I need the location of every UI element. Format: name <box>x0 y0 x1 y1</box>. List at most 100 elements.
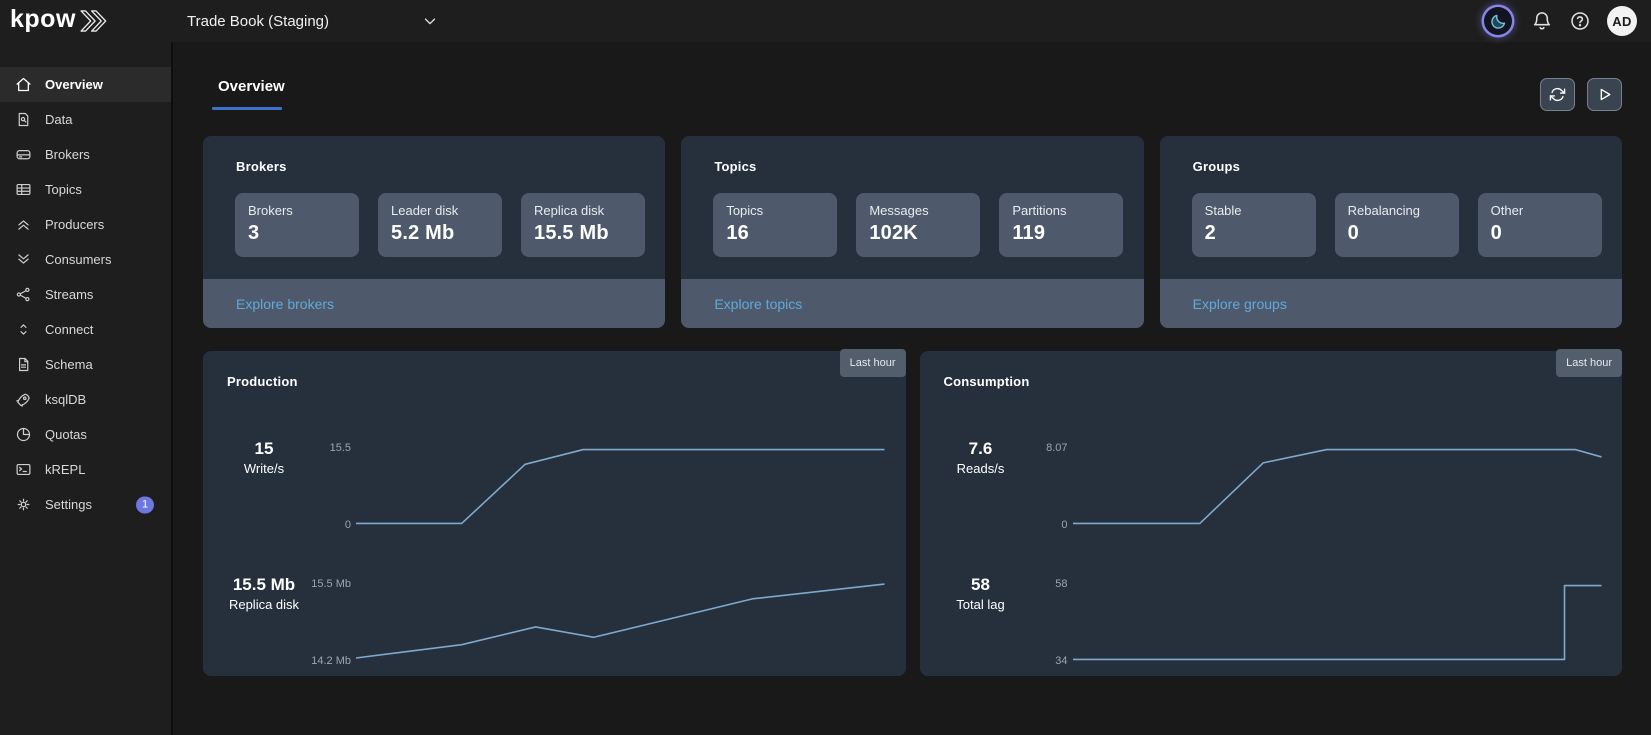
stat-tile-leader-disk: Leader disk 5.2 Mb <box>378 193 502 257</box>
y-axis-max: 58 <box>1055 578 1067 590</box>
tile-label: Leader disk <box>391 203 502 218</box>
tile-label: Brokers <box>248 203 359 218</box>
topbar: kpow Trade Book (Staging) <box>0 0 1651 42</box>
tile-value: 0 <box>1348 222 1459 245</box>
explore-topics-link[interactable]: Explore topics <box>714 296 802 312</box>
drive-icon <box>15 146 32 163</box>
stat-label: Reads/s <box>941 461 1021 476</box>
sidebar-item-label: Brokers <box>45 147 90 162</box>
writes-chart-row: 15 Write/s 15.5 0 <box>224 448 885 525</box>
explore-groups-link[interactable]: Explore groups <box>1193 296 1287 312</box>
active-tab-underline <box>212 107 282 110</box>
sidebar-item-label: Data <box>45 112 72 127</box>
environment-name: Trade Book (Staging) <box>187 13 329 30</box>
stat-tile-other: Other 0 <box>1478 193 1602 257</box>
sidebar-item-topics[interactable]: Topics <box>0 172 171 207</box>
help-button[interactable] <box>1569 10 1591 32</box>
card-title: Brokers <box>203 136 665 174</box>
stat-label: Write/s <box>224 461 304 476</box>
kpow-logo-icon <box>79 9 112 33</box>
play-icon <box>1596 86 1613 103</box>
replica-disk-sparkline <box>356 584 885 661</box>
tile-value: 0 <box>1491 222 1602 245</box>
stat-label: Replica disk <box>224 597 304 612</box>
time-range-badge: Last hour <box>840 349 906 377</box>
tile-label: Messages <box>869 203 980 218</box>
y-axis-max: 15.5 <box>330 442 351 454</box>
notifications-button[interactable] <box>1531 10 1553 32</box>
sidebar-item-label: ksqlDB <box>45 392 86 407</box>
stat-value: 58 <box>941 575 1021 595</box>
theme-toggle-button[interactable] <box>1484 7 1512 35</box>
production-card: Last hour Production 15 Write/s 15.5 0 <box>203 351 906 676</box>
total-lag-sparkline <box>1073 584 1602 661</box>
sidebar-item-data[interactable]: Data <box>0 102 171 137</box>
refresh-button[interactable] <box>1540 78 1575 111</box>
header-actions <box>1540 78 1622 111</box>
brokers-card: Brokers Brokers 3 Leader disk 5.2 Mb Rep… <box>203 136 665 328</box>
file-search-icon <box>15 111 32 128</box>
stat-tile-topics: Topics 16 <box>713 193 837 257</box>
tile-value: 2 <box>1205 222 1316 245</box>
terminal-icon <box>15 461 32 478</box>
stat-tile-replica-disk: Replica disk 15.5 Mb <box>521 193 645 257</box>
share-icon <box>15 286 32 303</box>
sidebar-item-krepl[interactable]: kREPL <box>0 452 171 487</box>
stat-tile-stable: Stable 2 <box>1192 193 1316 257</box>
card-title: Groups <box>1160 136 1622 174</box>
total-lag-chart-row: 58 Total lag 58 34 <box>941 584 1602 661</box>
stat-value: 7.6 <box>941 439 1021 459</box>
sidebar-item-ksqldb[interactable]: ksqlDB <box>0 382 171 417</box>
sidebar-item-label: kREPL <box>45 462 85 477</box>
sidebar-item-label: Producers <box>45 217 104 232</box>
topics-card: Topics Topics 16 Messages 102K Partition… <box>681 136 1143 328</box>
tile-value: 16 <box>726 222 837 245</box>
sidebar-item-brokers[interactable]: Brokers <box>0 137 171 172</box>
sidebar-item-label: Connect <box>45 322 93 337</box>
tile-value: 102K <box>869 222 980 245</box>
stat-tile-partitions: Partitions 119 <box>999 193 1123 257</box>
refresh-icon <box>1549 86 1566 103</box>
tile-label: Replica disk <box>534 203 645 218</box>
sidebar-item-overview[interactable]: Overview <box>0 67 171 102</box>
main-content: Overview <box>173 42 1651 735</box>
sidebar-item-label: Schema <box>45 357 93 372</box>
home-icon <box>15 76 32 93</box>
help-icon <box>1569 10 1591 32</box>
stat-value: 15.5 Mb <box>224 575 304 595</box>
y-axis-min: 0 <box>1061 519 1067 531</box>
tile-value: 5.2 Mb <box>391 222 502 245</box>
sidebar-item-consumers[interactable]: Consumers <box>0 242 171 277</box>
sidebar-item-connect[interactable]: Connect <box>0 312 171 347</box>
sidebar-item-streams[interactable]: Streams <box>0 277 171 312</box>
sidebar-item-quotas[interactable]: Quotas <box>0 417 171 452</box>
kpow-logo: kpow <box>0 7 173 35</box>
rocket-icon <box>15 391 32 408</box>
card-footer: Explore topics <box>681 279 1143 328</box>
sidebar-item-label: Overview <box>45 77 103 92</box>
chevrons-down-icon <box>15 251 32 268</box>
sidebar-item-settings[interactable]: Settings 1 <box>0 487 171 522</box>
stat-label: Total lag <box>941 597 1021 612</box>
settings-notification-badge: 1 <box>136 496 154 513</box>
y-axis-max: 8.07 <box>1046 442 1067 454</box>
sidebar-item-label: Consumers <box>45 252 111 267</box>
tile-value: 15.5 Mb <box>534 222 645 245</box>
tile-label: Other <box>1491 203 1602 218</box>
play-button[interactable] <box>1587 78 1622 111</box>
y-axis-max: 15.5 Mb <box>311 578 351 590</box>
card-title: Production <box>224 351 885 389</box>
kpow-logo-text: kpow <box>10 7 76 35</box>
y-axis-min: 0 <box>345 519 351 531</box>
table-icon <box>15 181 32 198</box>
sidebar-item-schema[interactable]: Schema <box>0 347 171 382</box>
sidebar-item-label: Quotas <box>45 427 87 442</box>
environment-selector[interactable]: Trade Book (Staging) <box>187 12 439 30</box>
sidebar-item-producers[interactable]: Producers <box>0 207 171 242</box>
explore-brokers-link[interactable]: Explore brokers <box>236 296 334 312</box>
tile-label: Stable <box>1205 203 1316 218</box>
sidebar-item-label: Settings <box>45 497 92 512</box>
card-footer: Explore groups <box>1160 279 1622 328</box>
groups-card: Groups Stable 2 Rebalancing 0 Other 0 <box>1160 136 1622 328</box>
user-avatar[interactable]: AD <box>1607 6 1637 36</box>
